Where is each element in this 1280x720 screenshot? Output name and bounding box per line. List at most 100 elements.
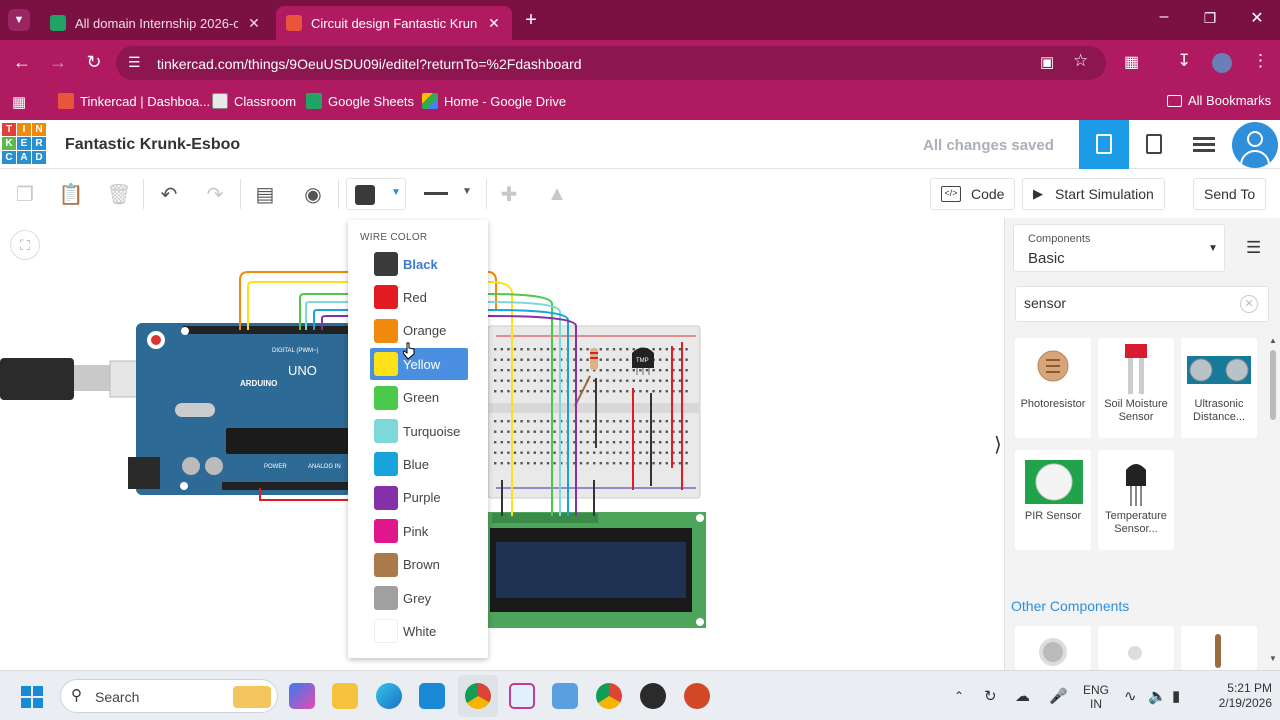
back-icon[interactable]: ← — [10, 52, 34, 73]
wire-color-option-black[interactable]: Black — [370, 248, 468, 280]
reload-icon[interactable]: ↻ — [82, 52, 106, 73]
microphone-icon[interactable]: 🎤 — [1049, 687, 1068, 705]
apps-grid-icon[interactable]: ▦ — [12, 93, 26, 111]
undo-icon[interactable]: ↶ — [154, 179, 184, 209]
tab-search-button[interactable]: ▼ — [8, 9, 30, 31]
chrome-menu-icon[interactable]: ⋮ — [1252, 51, 1269, 71]
wire-color-option-turquoise[interactable]: Turquoise — [370, 415, 468, 447]
wire-color-option-brown[interactable]: Brown — [370, 549, 468, 581]
copy-icon[interactable]: ❐ — [10, 179, 40, 209]
clear-search-icon[interactable]: ✕ — [1240, 295, 1258, 313]
start-simulation-button[interactable]: ▶ Start Simulation — [1022, 178, 1165, 210]
delete-icon[interactable]: 🗑 — [104, 179, 134, 209]
chrome-profile-icon[interactable] — [596, 683, 622, 709]
bookmark-google-sheets[interactable]: Google Sheets — [306, 93, 414, 109]
user-avatar[interactable] — [1232, 122, 1278, 168]
wire-color-option-pink[interactable]: Pink — [370, 515, 468, 547]
wire-color-option-blue[interactable]: Blue — [370, 448, 468, 480]
schematic-view-button[interactable] — [1130, 120, 1178, 169]
other-component-1[interactable] — [1015, 626, 1091, 670]
tinkercad-logo[interactable]: T I N K E R C A D — [2, 123, 46, 165]
component-photoresistor[interactable]: Photoresistor — [1015, 338, 1091, 438]
circuit-view-button[interactable] — [1079, 120, 1129, 169]
wire-color-option-red[interactable]: Red — [370, 281, 468, 313]
taskbar-search-box[interactable]: ⚲ Search — [60, 679, 278, 713]
file-explorer-icon[interactable] — [332, 683, 358, 709]
forward-icon[interactable]: → — [46, 52, 70, 73]
all-bookmarks[interactable]: All Bookmarks — [1167, 93, 1271, 108]
profile-avatar[interactable] — [1212, 53, 1232, 73]
wire-color-option-orange[interactable]: Orange — [370, 315, 468, 347]
wire-color-option-white[interactable]: White — [370, 615, 468, 647]
chrome-icon[interactable] — [465, 683, 491, 709]
circuit-canvas[interactable]: ⛶ ARDUINO UNO DIGITAL (PWM~) POWER ANALO… — [0, 218, 1004, 670]
sync-icon[interactable]: ↻ — [984, 687, 997, 705]
bookmark-tinkercad[interactable]: Tinkercad | Dashboa... — [58, 93, 210, 109]
other-components-heading[interactable]: Other Components — [1011, 598, 1129, 614]
lcd-display[interactable] — [486, 512, 706, 628]
copilot-icon[interactable] — [289, 683, 315, 709]
close-tab-icon[interactable]: ✕ — [246, 15, 262, 32]
recorder-icon[interactable] — [640, 683, 666, 709]
list-view-icon[interactable]: ☰ — [1246, 238, 1261, 258]
project-title[interactable]: Fantastic Krunk-Esboo — [65, 136, 240, 154]
component-temperature-sensor[interactable]: Temperature Sensor... — [1098, 450, 1174, 550]
extensions-icon[interactable]: ▦ — [1124, 52, 1139, 72]
component-list-button[interactable] — [1180, 120, 1228, 169]
other-component-2[interactable] — [1098, 626, 1174, 670]
install-app-icon[interactable]: ▣ — [1040, 53, 1054, 71]
battery-icon[interactable]: ▮ — [1172, 687, 1180, 705]
annotations-visibility-icon[interactable]: ◉ — [298, 179, 328, 209]
download-icon[interactable]: ↧ — [1177, 51, 1191, 71]
component-search-box[interactable]: ✕ — [1015, 286, 1269, 322]
scrollbar-thumb[interactable] — [1270, 350, 1276, 420]
minimize-icon[interactable]: – — [1152, 8, 1176, 26]
send-to-button[interactable]: Send To — [1193, 178, 1267, 210]
other-component-3[interactable] — [1181, 626, 1257, 670]
wire-color-option-purple[interactable]: Purple — [370, 482, 468, 514]
close-window-icon[interactable]: ✕ — [1245, 8, 1269, 28]
new-tab-icon[interactable]: + — [520, 9, 542, 32]
clock[interactable]: 5:21 PM 2/19/2026 — [1196, 681, 1272, 711]
wifi-icon[interactable]: ∿ — [1124, 687, 1137, 705]
redo-icon[interactable]: ↷ — [200, 179, 230, 209]
panel-scrollbar[interactable]: ▲ ▼ — [1269, 336, 1277, 666]
wire-color-option-grey[interactable]: Grey — [370, 582, 468, 614]
components-category-dropdown[interactable]: Components Basic ▼ — [1013, 224, 1225, 272]
snipping-tool-icon[interactable] — [509, 683, 535, 709]
resistor[interactable] — [590, 348, 598, 370]
wire-color-option-yellow[interactable]: Yellow — [370, 348, 468, 381]
windows-start-icon[interactable] — [21, 686, 43, 708]
onedrive-icon[interactable]: ☁ — [1015, 687, 1030, 705]
edge-icon[interactable] — [376, 683, 402, 709]
bookmark-star-icon[interactable]: ☆ — [1073, 51, 1088, 71]
component-search-input[interactable] — [1024, 295, 1224, 311]
scroll-up-arrow[interactable]: ▲ — [1269, 336, 1277, 345]
wire-type-picker[interactable]: ▼ — [414, 178, 480, 210]
browser-tab-sheets[interactable]: All domain Internship 2026-cla ✕ — [40, 6, 272, 40]
site-info-icon[interactable]: ☰ — [128, 54, 141, 71]
url-text[interactable]: tinkercad.com/things/9OeuUSDU09i/editel?… — [157, 56, 582, 72]
microsoft-store-icon[interactable] — [419, 683, 445, 709]
bookmark-google-drive[interactable]: Home - Google Drive — [422, 93, 566, 109]
browser-tab-tinkercad[interactable]: Circuit design Fantastic Krunk-E ✕ — [276, 6, 512, 40]
component-pir-sensor[interactable]: PIR Sensor — [1015, 450, 1091, 550]
notes-icon[interactable]: ▤ — [250, 179, 280, 209]
show-hidden-icons[interactable]: ⌃ — [954, 689, 964, 703]
component-soil-moisture-sensor[interactable]: Soil Moisture Sensor — [1098, 338, 1174, 438]
wire-color-picker[interactable]: ▼ — [346, 178, 406, 210]
panel-collapse-chevron[interactable]: ⟩ — [994, 432, 1002, 457]
notepad-icon[interactable] — [552, 683, 578, 709]
volume-icon[interactable]: 🔈 — [1148, 687, 1167, 705]
bookmark-classroom[interactable]: Classroom — [212, 93, 296, 109]
code-button[interactable]: </> Code — [930, 178, 1016, 210]
flip-icon[interactable]: ▲ — [542, 179, 572, 209]
rotate-icon[interactable]: ✚ — [494, 179, 524, 209]
wire-color-option-green[interactable]: Green — [370, 382, 468, 414]
arduino-uno-board[interactable]: ARDUINO UNO DIGITAL (PWM~) POWER ANALOG … — [128, 323, 353, 495]
component-ultrasonic-distance-sensor[interactable]: Ultrasonic Distance... — [1181, 338, 1257, 438]
powerpoint-icon[interactable] — [684, 683, 710, 709]
scroll-down-arrow[interactable]: ▼ — [1269, 654, 1277, 663]
paste-icon[interactable]: 📋 — [56, 179, 86, 209]
close-tab-icon[interactable]: ✕ — [486, 15, 502, 32]
